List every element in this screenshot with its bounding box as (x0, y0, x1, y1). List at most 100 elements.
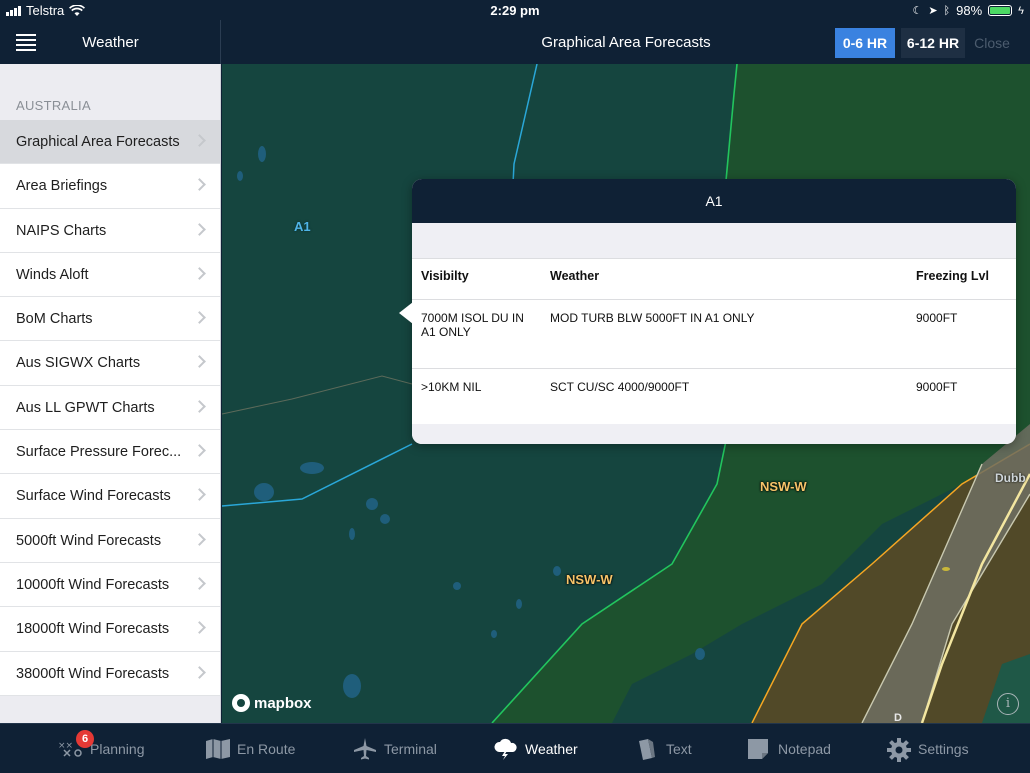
tab-en-route[interactable]: En Route (205, 738, 295, 760)
sidebar-item-surface-pressure-forecasts[interactable]: Surface Pressure Forec... (0, 430, 220, 475)
table-row: 7000M ISOL DU IN A1 ONLY MOD TURB BLW 50… (412, 300, 1016, 369)
sidebar-item-label: Area Briefings (16, 178, 108, 195)
sidebar-menu: Graphical Area Forecasts Area Briefings … (0, 120, 220, 696)
sidebar-item-18000ft-wind-forecasts[interactable]: 18000ft Wind Forecasts (0, 607, 220, 652)
chevron-right-icon (193, 621, 206, 635)
sidebar-item-surface-wind-forecasts[interactable]: Surface Wind Forecasts (0, 474, 220, 519)
chevron-right-icon (193, 577, 206, 590)
tab-label: En Route (237, 741, 296, 757)
sidebar-item-label: Winds Aloft (16, 266, 89, 283)
chevron-right-icon (193, 311, 206, 325)
tab-planning[interactable]: ×× Planning (58, 738, 145, 760)
sidebar-item-graphical-area-forecasts[interactable]: Graphical Area Forecasts (0, 120, 220, 165)
cell-freezing-level: 9000FT (916, 380, 958, 394)
notification-badge: 6 (76, 730, 94, 748)
location-icon: ➤ (928, 5, 938, 17)
popover-title: A1 (412, 179, 1016, 223)
sidebar-item-bom-charts[interactable]: BoM Charts (0, 297, 220, 342)
map-label-nsw-w[interactable]: NSW-W (760, 479, 807, 494)
tab-bar: ×× Planning 6 En Route Terminal Weather … (0, 723, 1030, 773)
bluetooth-icon: ᛒ (943, 4, 951, 17)
cell-weather: SCT CU/SC 4000/9000FT (550, 380, 690, 394)
cell-visibility: >10KM NIL (421, 380, 482, 394)
sidebar-item-label: Graphical Area Forecasts (16, 134, 180, 150)
popover-pointer (399, 302, 413, 324)
chevron-right-icon (193, 665, 206, 679)
main-header: Graphical Area Forecasts 0-6 HR 6-12 HR … (222, 20, 1030, 64)
chevron-right-icon (193, 488, 206, 502)
segment-0-6-hr[interactable]: 0-6 HR (835, 28, 895, 58)
tab-text[interactable]: Text (634, 738, 692, 760)
tab-label: Weather (525, 741, 578, 757)
sidebar: AUSTRALIA Graphical Area Forecasts Area … (0, 64, 221, 723)
map-label-dubbo: Dubb (995, 471, 1026, 485)
column-header-visibility: Visibilty (421, 269, 469, 283)
sidebar-item-10000ft-wind-forecasts[interactable]: 10000ft Wind Forecasts (0, 563, 220, 608)
notepad-icon (746, 738, 770, 760)
gear-icon (886, 738, 911, 762)
airplane-icon (352, 738, 376, 760)
sidebar-item-5000ft-wind-forecasts[interactable]: 5000ft Wind Forecasts (0, 519, 220, 563)
popover-spacer (412, 223, 1016, 259)
tab-terminal[interactable]: Terminal (352, 738, 437, 760)
map-label-nsw-w[interactable]: NSW-W (566, 572, 613, 587)
column-header-freezing-level: Freezing Lvl (916, 269, 989, 283)
info-button[interactable]: i (997, 693, 1019, 715)
chevron-right-icon (193, 532, 206, 546)
chevron-right-icon (193, 222, 206, 236)
sidebar-item-label: BoM Charts (16, 311, 93, 328)
sidebar-header: Weather (0, 20, 221, 64)
tab-label: Settings (918, 741, 969, 757)
tab-settings[interactable]: Settings (886, 738, 969, 762)
column-header-weather: Weather (550, 269, 600, 283)
tab-label: Notepad (778, 741, 831, 757)
tab-weather[interactable]: Weather (493, 738, 578, 760)
sidebar-item-label: Surface Wind Forecasts (16, 488, 171, 505)
cloud-lightning-icon (493, 738, 517, 760)
cell-freezing-level: 9000FT (916, 311, 958, 325)
chevron-right-icon (193, 178, 206, 192)
map-icon (205, 738, 230, 760)
sidebar-item-label: Aus SIGWX Charts (16, 355, 141, 372)
sidebar-item-38000ft-wind-forecasts[interactable]: 38000ft Wind Forecasts (0, 652, 220, 696)
sidebar-title: Weather (82, 34, 139, 51)
sidebar-item-area-briefings[interactable]: Area Briefings (0, 164, 220, 209)
sidebar-item-aus-sigwx-charts[interactable]: Aus SIGWX Charts (0, 341, 220, 386)
mapbox-label: mapbox (254, 694, 312, 712)
cell-visibility: 7000M ISOL DU IN A1 ONLY (421, 311, 524, 339)
document-icon (634, 738, 658, 760)
table-row: >10KM NIL SCT CU/SC 4000/9000FT 9000FT (412, 369, 1016, 425)
map-label-a1[interactable]: A1 (294, 219, 311, 234)
battery-percent: 98% (956, 3, 983, 18)
segment-6-12-hr[interactable]: 6-12 HR (901, 28, 965, 58)
sidebar-item-label: 10000ft Wind Forecasts (16, 576, 170, 593)
chevron-right-icon (193, 267, 206, 280)
close-button[interactable]: Close (967, 28, 1017, 58)
battery-icon (988, 5, 1013, 16)
sidebar-item-winds-aloft[interactable]: Winds Aloft (0, 253, 220, 298)
chevron-right-icon (193, 444, 206, 457)
status-bar: Telstra 2:29 pm ☾ ➤ ᛒ 98% ϟ (0, 0, 1030, 20)
chevron-right-icon (193, 399, 206, 413)
table-header: Visibilty Weather Freezing Lvl (412, 259, 1016, 300)
tab-label: Terminal (384, 741, 437, 757)
sidebar-item-label: Surface Pressure Forec... (16, 444, 182, 461)
chevron-right-icon (193, 134, 206, 147)
forecast-popover: A1 Visibilty Weather Freezing Lvl 7000M … (412, 179, 1016, 444)
sidebar-item-label: 5000ft Wind Forecasts (16, 532, 162, 549)
sidebar-item-label: 38000ft Wind Forecasts (16, 665, 170, 682)
section-label: AUSTRALIA (16, 98, 91, 113)
tab-label: Planning (90, 741, 145, 757)
tab-notepad[interactable]: Notepad (746, 738, 831, 760)
clock: 2:29 pm (490, 3, 540, 18)
mapbox-attribution: mapbox (232, 694, 312, 712)
popover-footer (412, 424, 1016, 444)
moon-icon: ☾ (912, 5, 923, 17)
charging-icon: ϟ (1018, 4, 1024, 17)
map-label-d: D (894, 712, 902, 723)
sidebar-item-label: Aus LL GPWT Charts (16, 399, 155, 416)
sidebar-item-label: NAIPS Charts (16, 222, 107, 239)
sidebar-item-label: 18000ft Wind Forecasts (16, 621, 170, 638)
sidebar-item-naips-charts[interactable]: NAIPS Charts (0, 209, 220, 253)
sidebar-item-aus-ll-gpwt-charts[interactable]: Aus LL GPWT Charts (0, 386, 220, 431)
